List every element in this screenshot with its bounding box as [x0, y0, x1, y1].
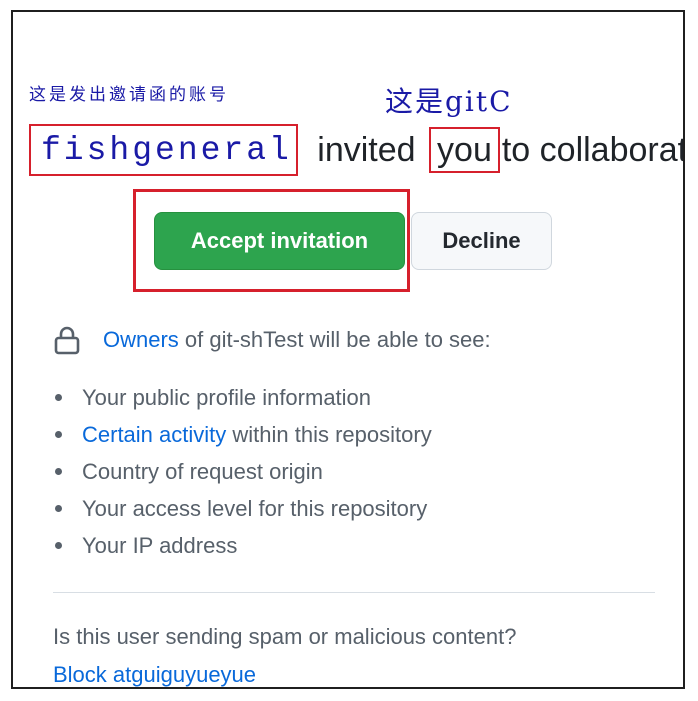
bullet — [55, 394, 62, 401]
list-item-text: within this repository — [226, 421, 432, 447]
list-item: Your IP address — [53, 527, 432, 564]
collaborate-text: to collaborate — [501, 130, 683, 169]
divider — [53, 592, 655, 593]
owners-link[interactable]: Owners — [103, 327, 179, 353]
list-item: Certain activity within this repository — [53, 416, 432, 453]
list-item: Your access level for this repository — [53, 490, 432, 527]
you-annotation: 这是gitC — [385, 85, 513, 118]
block-user-link[interactable]: Block atguiguyueyue — [53, 662, 256, 687]
list-item: Country of request origin — [53, 453, 432, 490]
inviter-username[interactable]: fishgeneral — [29, 124, 298, 176]
bullet — [55, 505, 62, 512]
lock-icon — [54, 326, 80, 355]
you-text: you — [429, 127, 500, 173]
bullet — [55, 542, 62, 549]
owners-text: of git-shTest will be able to see: — [178, 327, 491, 352]
list-item-text: Country of request origin — [82, 458, 323, 484]
decline-button[interactable]: Decline — [411, 212, 552, 270]
invitation-panel: 这是发出邀请函的账号 这是gitC fishgeneral invited yo… — [11, 10, 685, 689]
bullet — [55, 431, 62, 438]
certain-activity-link[interactable]: Certain activity — [82, 422, 226, 448]
permissions-list: Your public profile information Certain … — [53, 379, 432, 564]
list-item: Your public profile information — [53, 379, 432, 416]
accept-invitation-button[interactable]: Accept invitation — [154, 212, 405, 270]
owners-visibility-note: Owners of git-shTest will be able to see… — [53, 325, 491, 355]
bullet — [55, 468, 62, 475]
spam-question: Is this user sending spam or malicious c… — [53, 624, 517, 649]
list-item-text: Your access level for this repository — [82, 495, 428, 521]
inviter-annotation: 这是发出邀请函的账号 — [29, 85, 229, 105]
list-item-text: Your IP address — [82, 532, 238, 558]
list-item-text: Your public profile information — [82, 384, 372, 410]
invitation-heading: fishgeneral invited you to collaborate — [29, 122, 683, 178]
invited-text: invited — [307, 130, 426, 169]
